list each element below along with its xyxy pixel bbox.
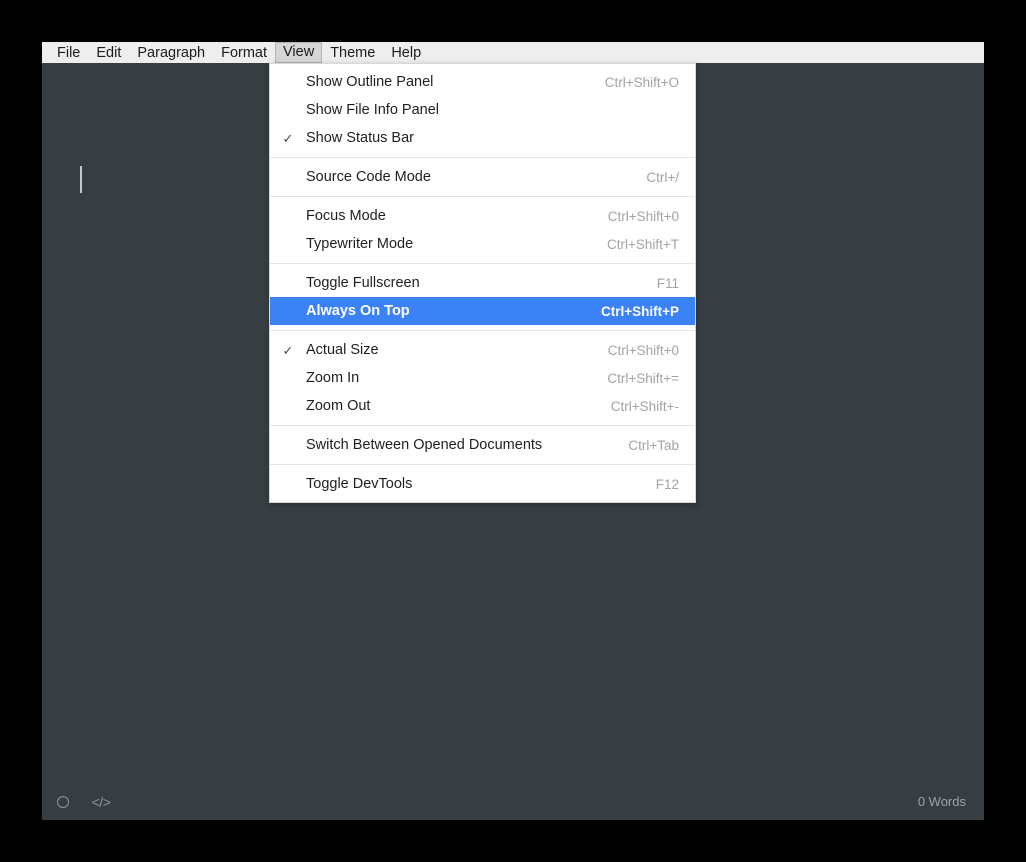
menu-item-shortcut: Ctrl+Shift+T <box>606 236 679 252</box>
focus-circle-icon[interactable] <box>54 793 72 811</box>
menu-item-shortcut: Ctrl+/ <box>646 169 679 185</box>
menu-group: ✓ Actual Size Ctrl+Shift+0 Zoom In Ctrl+Shif… <box>270 336 695 420</box>
menu-separator <box>270 157 695 158</box>
menubar-item-edit[interactable]: Edit <box>88 42 129 63</box>
code-glyph: </> <box>91 793 111 810</box>
menu-item-label: Actual Size <box>306 342 379 358</box>
menu-item-label: Zoom Out <box>306 398 371 414</box>
checkmark-icon: ✓ <box>282 130 294 146</box>
menu-item-toggle-fullscreen[interactable]: Toggle Fullscreen F11 <box>270 269 695 297</box>
menu-group: Show Outline Panel Ctrl+Shift+O Show File … <box>270 68 695 152</box>
menu-group: Focus Mode Ctrl+Shift+0 Typewriter Mode Ctr… <box>270 202 695 258</box>
menu-item-switch-between-opened-documents[interactable]: Switch Between Opened Documents Ctrl+Tab <box>270 431 695 459</box>
menubar-item-view[interactable]: View <box>275 42 323 63</box>
menu-item-label: Source Code Mode <box>306 169 431 185</box>
menu-item-show-outline-panel[interactable]: Show Outline Panel Ctrl+Shift+O <box>270 68 695 96</box>
menu-separator <box>270 425 695 426</box>
menu-group: Toggle Fullscreen F11 Always On Top Ctrl+Sh… <box>270 269 695 325</box>
menu-item-shortcut: Ctrl+Tab <box>628 437 679 453</box>
menu-item-label: Zoom In <box>306 370 360 386</box>
menu-item-focus-mode[interactable]: Focus Mode Ctrl+Shift+0 <box>270 202 695 230</box>
menu-item-zoom-in[interactable]: Zoom In Ctrl+Shift+= <box>270 364 695 392</box>
view-dropdown-menu: Show Outline Panel Ctrl+Shift+O Show File … <box>269 63 696 503</box>
menu-item-label: Show Status Bar <box>306 130 414 146</box>
menu-item-label: Toggle DevTools <box>306 476 413 492</box>
word-count-label: 0 Words <box>917 794 966 809</box>
menu-group: Switch Between Opened Documents Ctrl+Tab <box>270 431 695 459</box>
menu-item-toggle-devtools[interactable]: Toggle DevTools F12 <box>270 470 695 498</box>
menu-separator <box>270 263 695 264</box>
menu-separator <box>270 464 695 465</box>
menu-item-label: Always On Top <box>306 303 410 319</box>
status-bar: </> 0 Words <box>42 783 984 820</box>
circle-glyph <box>57 795 69 808</box>
menubar-item-help[interactable]: Help <box>383 42 429 63</box>
menu-item-label: Toggle Fullscreen <box>306 275 420 291</box>
menu-item-shortcut: Ctrl+Shift+O <box>604 74 679 90</box>
menu-separator <box>270 196 695 197</box>
menu-group: Toggle DevTools F12 <box>270 470 695 498</box>
menu-item-shortcut: Ctrl+Shift+= <box>607 370 679 386</box>
menubar-item-format[interactable]: Format <box>213 42 275 63</box>
status-bar-left-icons: </> <box>54 793 111 811</box>
menu-item-shortcut: Ctrl+Shift+0 <box>607 208 679 224</box>
menu-item-zoom-out[interactable]: Zoom Out Ctrl+Shift+- <box>270 392 695 420</box>
menu-item-always-on-top[interactable]: Always On Top Ctrl+Shift+P <box>270 297 695 325</box>
text-caret <box>80 166 82 193</box>
menu-item-shortcut: Ctrl+Shift+0 <box>607 342 679 358</box>
menubar-item-paragraph[interactable]: Paragraph <box>129 42 213 63</box>
menu-item-show-status-bar[interactable]: ✓ Show Status Bar <box>270 124 695 152</box>
menu-item-shortcut: F12 <box>655 476 679 492</box>
menu-item-shortcut: Ctrl+Shift+P <box>600 303 679 319</box>
menu-item-label: Focus Mode <box>306 208 386 224</box>
menu-separator <box>270 330 695 331</box>
menu-group: Source Code Mode Ctrl+/ <box>270 163 695 191</box>
menu-item-typewriter-mode[interactable]: Typewriter Mode Ctrl+Shift+T <box>270 230 695 258</box>
checkmark-icon: ✓ <box>282 342 294 358</box>
menu-item-label: Show File Info Panel <box>306 102 439 118</box>
menubar-item-file[interactable]: File <box>49 42 88 63</box>
menu-item-actual-size[interactable]: ✓ Actual Size Ctrl+Shift+0 <box>270 336 695 364</box>
application-window: File Edit Paragraph Format View Theme Help </>… <box>42 42 984 820</box>
menu-item-source-code-mode[interactable]: Source Code Mode Ctrl+/ <box>270 163 695 191</box>
menu-bar: File Edit Paragraph Format View Theme Help <box>42 42 984 63</box>
menu-item-shortcut: F11 <box>656 275 679 291</box>
menu-item-show-file-info-panel[interactable]: Show File Info Panel <box>270 96 695 124</box>
menu-item-label: Typewriter Mode <box>306 236 414 252</box>
menubar-item-theme[interactable]: Theme <box>322 42 383 63</box>
menu-item-shortcut: Ctrl+Shift+- <box>610 398 679 414</box>
menu-item-label: Show Outline Panel <box>306 74 434 90</box>
menu-item-label: Switch Between Opened Documents <box>306 437 543 453</box>
source-code-icon[interactable]: </> <box>91 793 111 811</box>
